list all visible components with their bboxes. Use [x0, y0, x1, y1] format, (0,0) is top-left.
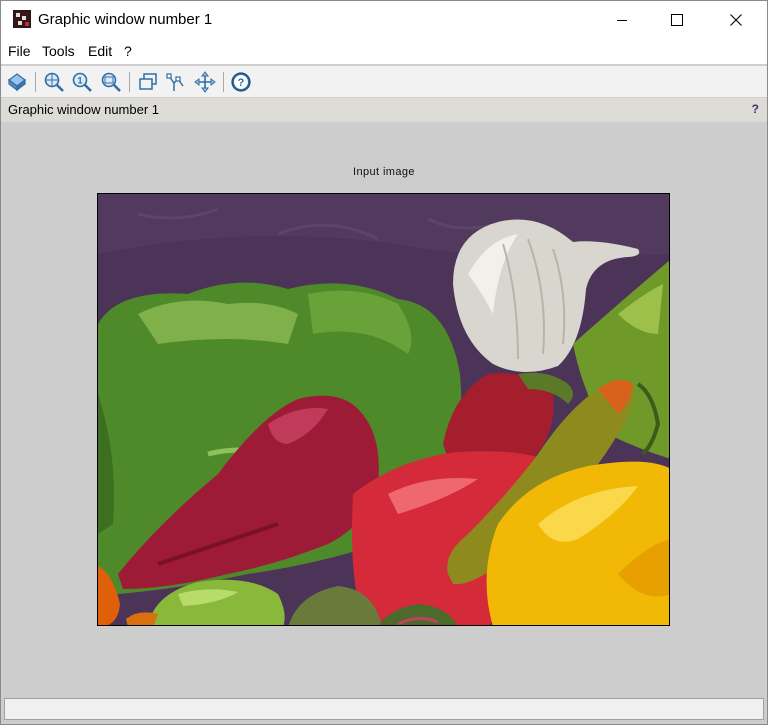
close-button[interactable]: [713, 1, 759, 39]
pan-button[interactable]: [194, 71, 216, 93]
rotate-button[interactable]: [6, 71, 28, 93]
info-bar: Graphic window number 1 ?: [1, 98, 767, 122]
maximize-icon: [671, 14, 683, 26]
zoom-reset-button[interactable]: 1: [71, 71, 93, 93]
toolbar-separator: [223, 72, 224, 92]
rotate-icon: [8, 73, 26, 92]
zoom-icon: [44, 72, 64, 92]
zoom-out-icon: [101, 72, 121, 92]
menu-tools[interactable]: Tools: [42, 43, 75, 59]
window-title: Graphic window number 1: [38, 11, 213, 28]
zoom-out-button[interactable]: [100, 71, 122, 93]
title-bar: Graphic window number 1: [1, 1, 767, 39]
axes-title: Input image: [353, 166, 415, 178]
plot-canvas[interactable]: Input image: [1, 122, 767, 696]
info-bar-text: Graphic window number 1: [8, 102, 160, 117]
menu-edit[interactable]: Edit: [88, 43, 112, 59]
toolbar-separator: [35, 72, 36, 92]
close-icon: [730, 14, 742, 26]
svg-text:1: 1: [77, 76, 82, 86]
menu-file[interactable]: File: [8, 43, 31, 59]
toolbar: 1 ?: [1, 65, 767, 98]
minimize-icon: [617, 20, 627, 21]
scilab-app-icon: [13, 10, 31, 28]
menu-bar: File Tools Edit ?: [1, 39, 767, 64]
image-display: [97, 193, 670, 626]
menu-help[interactable]: ?: [124, 43, 132, 59]
status-bar: [4, 698, 764, 720]
toolbar-separator: [129, 72, 130, 92]
zoom-button[interactable]: [43, 71, 65, 93]
svg-text:?: ?: [238, 77, 245, 89]
window-copy-icon: [139, 73, 157, 90]
graphic-window: Graphic window number 1 File Tools Edit …: [0, 0, 768, 725]
maximize-button[interactable]: [654, 1, 700, 39]
datatip-button[interactable]: [165, 71, 187, 93]
pan-icon: [194, 71, 216, 93]
help-button[interactable]: ?: [230, 71, 252, 93]
zoom-reset-icon: 1: [72, 72, 92, 92]
window-copy-button[interactable]: [137, 71, 159, 93]
help-icon: ?: [231, 72, 251, 92]
datatip-icon: [166, 73, 184, 91]
minimize-button[interactable]: [599, 1, 645, 39]
info-help-icon[interactable]: ?: [752, 102, 759, 116]
peppers-image: [98, 194, 669, 625]
